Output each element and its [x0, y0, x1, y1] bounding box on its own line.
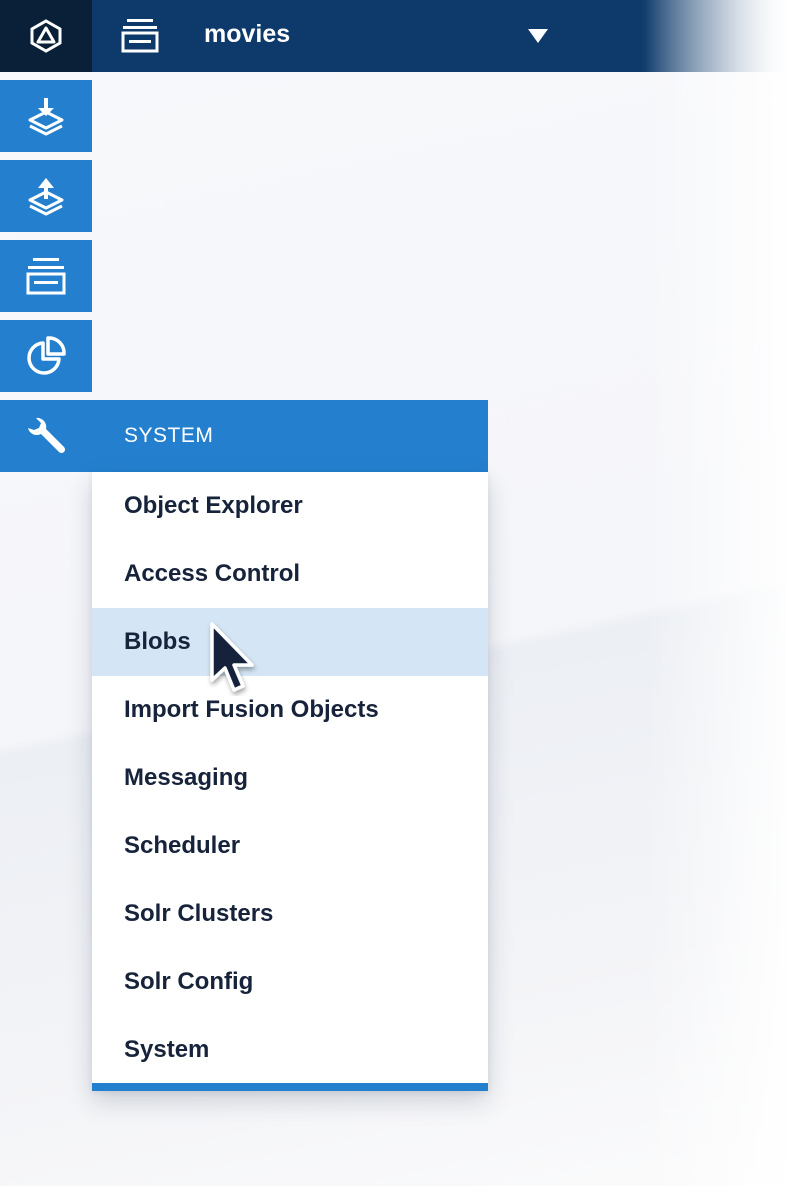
- wrench-icon: [28, 417, 66, 454]
- triangle-down-icon[interactable]: [527, 28, 549, 44]
- top-bar: movies: [0, 0, 786, 72]
- analytics-pie-icon: [27, 336, 66, 375]
- menu-item-solr-clusters[interactable]: Solr Clusters: [92, 880, 488, 948]
- query-workbench-icon: [28, 178, 64, 216]
- app-stack-icon: [121, 19, 159, 53]
- collections-icon: [26, 258, 66, 295]
- menu-item-system[interactable]: System: [92, 1016, 488, 1084]
- index-workbench-icon: [28, 98, 64, 136]
- logo-button[interactable]: [0, 0, 92, 72]
- system-dropdown-menu: Object Explorer Access Control Blobs Imp…: [92, 472, 488, 1091]
- sidebar-item-label: SYSTEM: [124, 424, 214, 447]
- menu-item-scheduler[interactable]: Scheduler: [92, 812, 488, 880]
- menu-item-import-fusion-objects[interactable]: Import Fusion Objects: [92, 676, 488, 744]
- menu-item-object-explorer[interactable]: Object Explorer: [92, 472, 488, 540]
- sidebar-item-analytics[interactable]: [0, 320, 92, 392]
- sidebar-item-system[interactable]: SYSTEM: [0, 400, 488, 472]
- menu-bottom-bar: [92, 1083, 488, 1091]
- menu-item-access-control[interactable]: Access Control: [92, 540, 488, 608]
- fusion-logo-icon: [30, 19, 62, 53]
- edge-fade: [646, 0, 786, 1186]
- menu-item-blobs[interactable]: Blobs: [92, 608, 488, 676]
- sidebar-item-index-workbench[interactable]: [0, 80, 92, 152]
- menu-item-messaging[interactable]: Messaging: [92, 744, 488, 812]
- menu-item-solr-config[interactable]: Solr Config: [92, 948, 488, 1016]
- sidebar-item-collections[interactable]: [0, 240, 92, 312]
- mouse-pointer-icon: [210, 622, 254, 692]
- sidebar-item-query-workbench[interactable]: [0, 160, 92, 232]
- app-selector-label[interactable]: movies: [204, 20, 290, 49]
